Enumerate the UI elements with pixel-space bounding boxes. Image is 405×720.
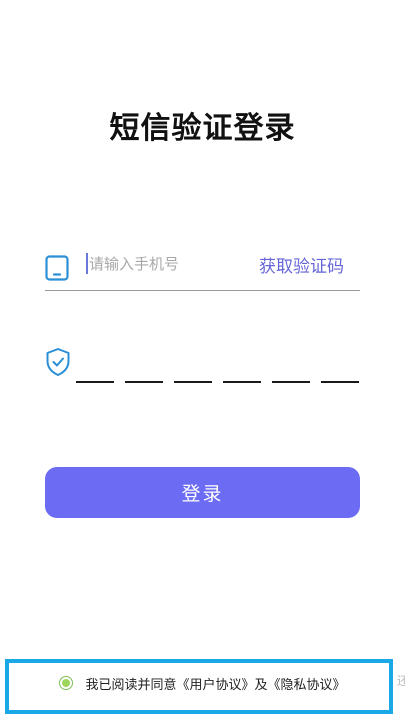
agreement-radio[interactable]	[59, 676, 74, 690]
user-agreement-link[interactable]: 《用户协议》	[176, 674, 254, 693]
code-digit-1[interactable]	[76, 345, 114, 383]
code-digit-5[interactable]	[272, 345, 310, 383]
shield-check-icon	[46, 348, 70, 376]
code-digit-2[interactable]	[125, 345, 163, 383]
code-digit-6[interactable]	[321, 345, 359, 383]
privacy-agreement-link[interactable]: 《隐私协议》	[268, 674, 346, 693]
code-digit-3[interactable]	[174, 345, 212, 383]
login-button[interactable]: 登录	[45, 467, 360, 518]
phone-row: 获取验证码	[45, 246, 360, 291]
agreement-prefix: 我已阅读并同意	[85, 677, 177, 693]
mobile-phone-icon	[45, 255, 69, 281]
agreement-row: 我已阅读并同意 《用户协议》 及 《隐私协议》	[0, 672, 405, 694]
agreement-and: 及	[254, 677, 268, 693]
code-slots	[76, 345, 359, 385]
page-title: 短信验证登录	[109, 111, 296, 146]
verification-code-row	[45, 345, 360, 385]
phone-number-input[interactable]	[85, 252, 249, 276]
radio-checked-dot	[62, 679, 71, 687]
code-digit-4[interactable]	[223, 345, 261, 383]
text-caret	[86, 253, 88, 274]
sms-login-screen: 短信验证登录 获取验证码 登录 我已阅读并同意 《用户协议》 及	[0, 0, 405, 720]
get-verification-code-button[interactable]: 获取验证码	[259, 252, 344, 277]
edge-mark: 还	[397, 674, 405, 688]
